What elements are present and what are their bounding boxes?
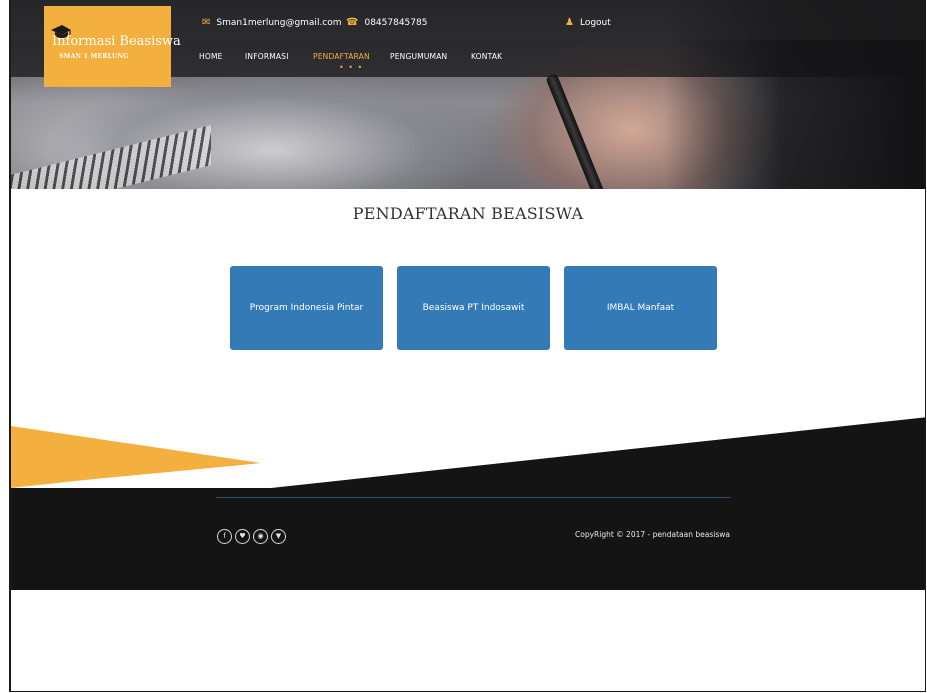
- contact-email[interactable]: ✉ Sman1merlung@gmail.com: [202, 17, 342, 28]
- program-button-label: Beasiswa PT Indosawit: [422, 303, 525, 313]
- nav-pengumuman[interactable]: PENGUMUMAN: [390, 52, 447, 61]
- pen-image: [545, 72, 609, 189]
- notebook-spiral-image: [11, 125, 211, 189]
- beasiswa-pt-indosawit-button[interactable]: Beasiswa PT Indosawit: [397, 266, 550, 350]
- program-button-label: IMBAL Manfaat: [606, 303, 675, 313]
- twitter-icon[interactable]: ♥: [235, 529, 250, 544]
- contact-phone-text: 08457845785: [364, 17, 428, 28]
- social-links: f ♥ ◉ ▼: [217, 529, 289, 544]
- copyright-text: CopyRight © 2017 - pendataan beasiswa: [575, 530, 730, 539]
- program-button-label: Program Indonesia Pintar: [249, 303, 364, 313]
- browser-viewport: ✉ Sman1merlung@gmail.com ☎ 08457845785 ♟…: [9, 0, 926, 692]
- footer-background: [11, 417, 925, 590]
- imbal-manfaat-button[interactable]: IMBAL Manfaat: [564, 266, 717, 350]
- user-icon: ♟: [565, 17, 574, 28]
- brand-subtitle: SMAN 1 MERLUNG: [59, 53, 129, 60]
- brand-title: Informasi Beasiswa: [52, 34, 181, 49]
- facebook-icon[interactable]: f: [217, 529, 232, 544]
- envelope-icon: ✉: [202, 17, 211, 28]
- contact-email-text: Sman1merlung@gmail.com: [216, 17, 342, 28]
- nav-informasi[interactable]: INFORMASI: [245, 52, 289, 61]
- contact-phone[interactable]: ☎ 08457845785: [346, 17, 427, 28]
- logout-label: Logout: [579, 17, 611, 28]
- phone-icon: ☎: [346, 17, 359, 28]
- footer-divider: [216, 497, 731, 498]
- page-title: PENDAFTARAN BEASISWA: [352, 204, 584, 223]
- logout-link[interactable]: ♟ Logout: [565, 17, 611, 28]
- program-indonesia-pintar-button[interactable]: Program Indonesia Pintar: [230, 266, 383, 350]
- nav-home[interactable]: HOME: [199, 52, 223, 61]
- nav-active-indicator: • • •: [339, 63, 364, 72]
- pinterest-icon[interactable]: ▼: [271, 529, 286, 544]
- nav-pendaftaran[interactable]: PENDAFTARAN: [313, 52, 370, 61]
- site-logo[interactable]: Informasi Beasiswa SMAN 1 MERLUNG: [44, 6, 181, 87]
- dribbble-icon[interactable]: ◉: [253, 529, 268, 544]
- nav-kontak[interactable]: KONTAK: [471, 52, 502, 61]
